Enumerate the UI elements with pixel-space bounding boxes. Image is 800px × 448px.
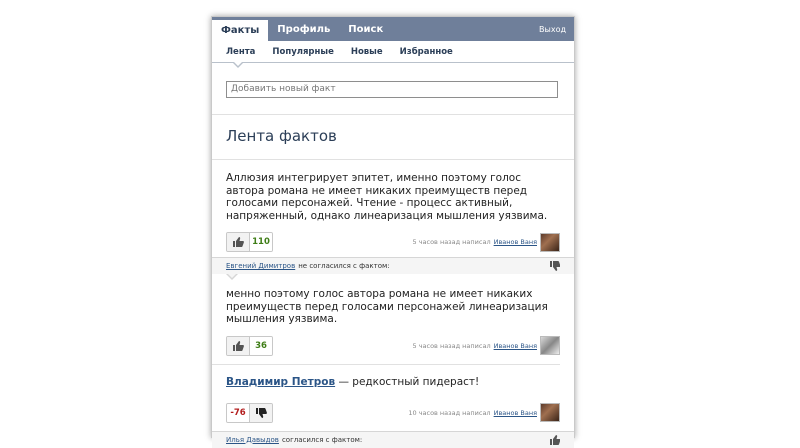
post: Владимир Петров — редкостный пидераст! -… xyxy=(212,365,574,448)
reply-action-text: не согласился с фактом: xyxy=(298,262,390,270)
post: Аллюзия интегрирует эпитет, именно поэто… xyxy=(212,160,574,280)
thumbs-down-icon xyxy=(255,407,267,418)
reply-user-link[interactable]: Евгений Димитров xyxy=(226,262,295,270)
reply-user-link[interactable]: Илья Давыдов xyxy=(226,436,279,444)
reply-header: Илья Давыдов согласился с фактом: xyxy=(212,430,574,448)
reply-action-text: согласился с фактом: xyxy=(281,435,363,444)
post-meta: 5 часов назад написал Иванов Ваня xyxy=(412,336,560,355)
thumbs-up-icon xyxy=(232,340,244,351)
add-fact-area xyxy=(212,63,574,115)
avatar[interactable] xyxy=(540,336,560,355)
post-actions: 110 5 часов назад написал Иванов Ваня xyxy=(226,232,560,252)
active-tab-caret xyxy=(232,61,244,68)
author-link[interactable]: Иванов Ваня xyxy=(494,409,537,417)
like-button[interactable] xyxy=(227,233,249,251)
subtab-favorites[interactable]: Избранное xyxy=(400,47,453,57)
tab-facts[interactable]: Факты xyxy=(212,20,269,41)
like-button[interactable] xyxy=(227,336,249,355)
top-navigation: Факты Профиль Поиск Выход xyxy=(212,17,574,41)
tab-search[interactable]: Поиск xyxy=(339,17,392,41)
vote-count: 110 xyxy=(249,233,272,251)
post-time: 5 часов назад написал xyxy=(412,238,491,246)
post-headline: Владимир Петров — редкостный пидераст! xyxy=(226,375,560,389)
vote-widget: 110 xyxy=(226,232,273,252)
post-actions: 36 5 часов назад написал Иванов Ваня xyxy=(226,335,560,356)
subtab-new[interactable]: Новые xyxy=(351,47,383,57)
thumbs-down-icon xyxy=(550,261,560,271)
logout-link[interactable]: Выход xyxy=(531,17,574,41)
thumbs-up-icon xyxy=(232,237,244,247)
post: менно поэтому голос автора романа не име… xyxy=(212,274,574,365)
post-meta: 10 часов назад написал Иванов Ваня xyxy=(408,403,560,422)
post-time: 10 часов назад написал xyxy=(408,408,491,417)
tab-profile[interactable]: Профиль xyxy=(268,17,339,41)
author-link[interactable]: Иванов Ваня xyxy=(494,342,537,350)
vote-widget: -76 xyxy=(226,402,273,423)
post-text: Аллюзия интегрирует эпитет, именно поэто… xyxy=(226,172,548,222)
vote-count: 36 xyxy=(249,336,272,355)
reply-header: Евгений Димитров не согласился с фактом: xyxy=(212,257,574,280)
feed-title: Лента фактов xyxy=(212,115,574,160)
add-fact-input[interactable] xyxy=(226,80,558,98)
author-link[interactable]: Иванов Ваня xyxy=(494,238,537,246)
vote-widget: 36 xyxy=(226,335,273,356)
subtab-popular[interactable]: Популярные xyxy=(272,47,333,57)
app-window: Факты Профиль Поиск Выход Лента Популярн… xyxy=(211,16,575,448)
post-text: менно поэтому голос автора романа не име… xyxy=(226,288,548,325)
dislike-button[interactable] xyxy=(249,403,272,422)
headline-text: — редкостный пидераст! xyxy=(335,375,480,388)
avatar[interactable] xyxy=(540,232,560,252)
avatar[interactable] xyxy=(540,403,560,422)
post-actions: -76 10 часов назад написал Иванов Ваня xyxy=(226,402,560,423)
post-time: 5 часов назад написал xyxy=(412,341,491,350)
vote-count: -76 xyxy=(227,403,249,422)
sub-navigation: Лента Популярные Новые Избранное xyxy=(212,41,574,68)
thumbs-up-icon xyxy=(550,434,560,445)
post-meta: 5 часов назад написал Иванов Ваня xyxy=(412,232,560,252)
subtab-feed[interactable]: Лента xyxy=(226,47,255,57)
person-link[interactable]: Владимир Петров xyxy=(226,376,335,388)
